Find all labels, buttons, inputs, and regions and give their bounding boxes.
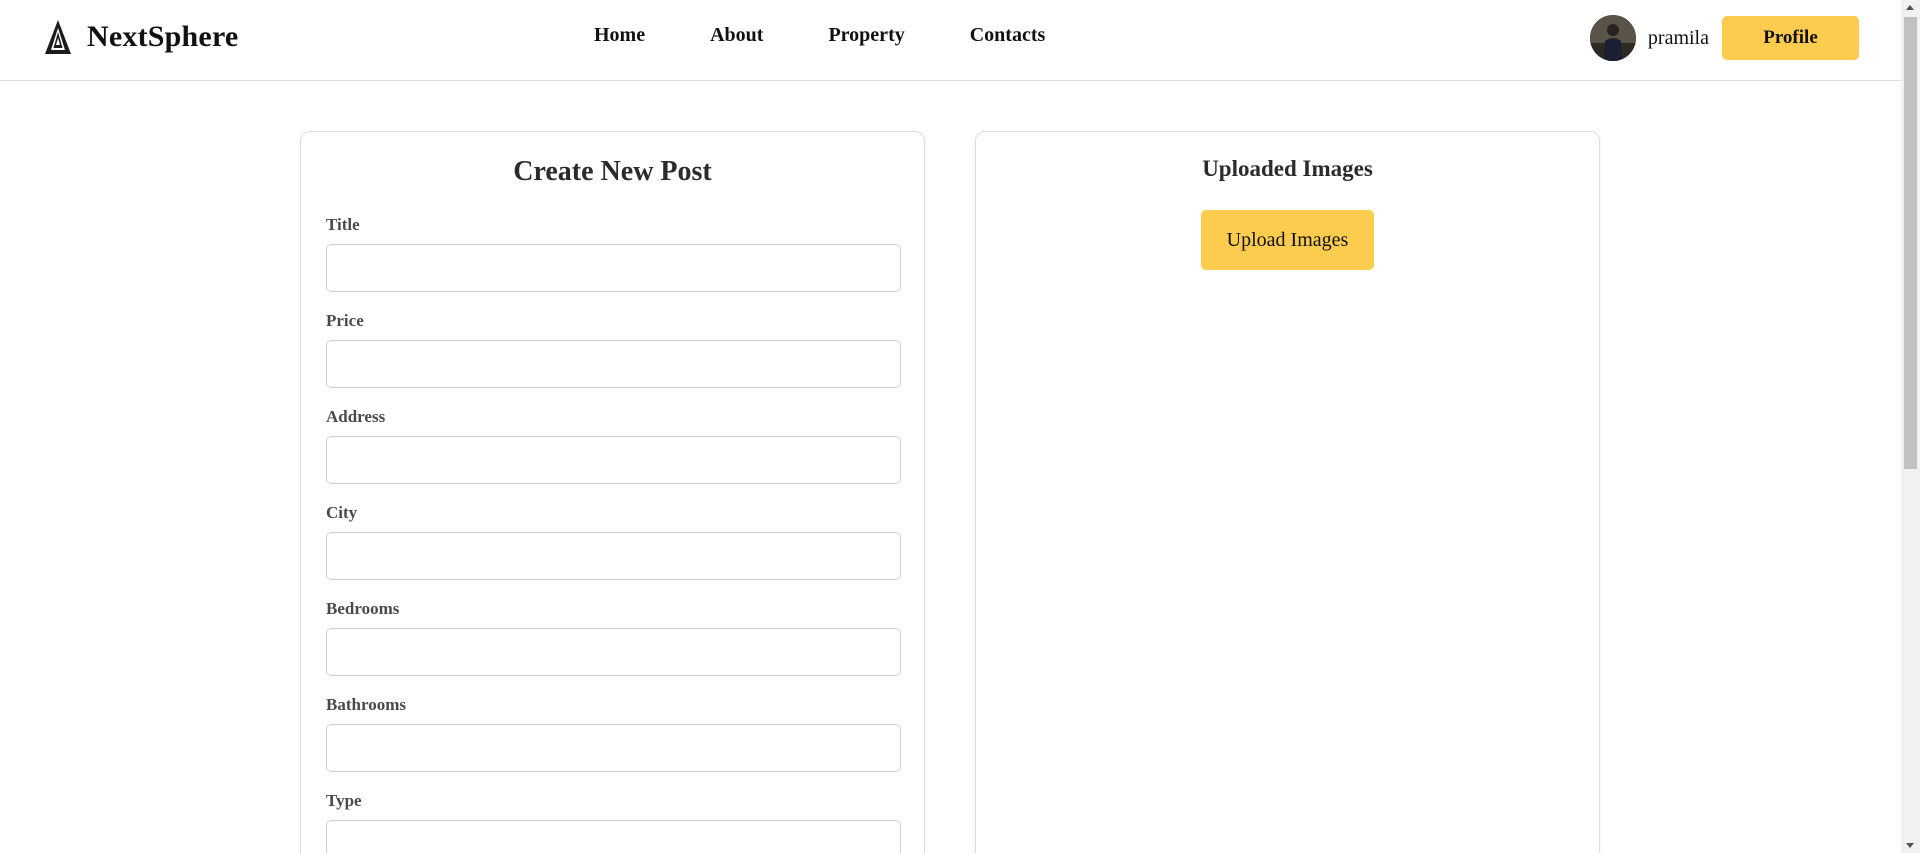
field-label: Address	[326, 407, 386, 426]
bathrooms-input[interactable]	[326, 724, 901, 772]
field-label: Bedrooms	[326, 599, 400, 618]
avatar[interactable]	[1589, 15, 1636, 61]
brand-name: NextSphere	[87, 20, 239, 53]
nav-about[interactable]: About	[710, 24, 763, 47]
triangle-logo-icon	[45, 20, 71, 54]
field-city: City	[326, 503, 901, 580]
scroll-down-icon[interactable]	[1906, 843, 1914, 848]
user-avatar-image	[1589, 15, 1636, 61]
create-post-form: Title Price Address City Bedrooms Bathro…	[326, 215, 901, 853]
form-title: Create New Post	[513, 156, 712, 187]
field-price: Price	[326, 311, 901, 388]
brand[interactable]: NextSphere	[43, 18, 238, 56]
page: NextSphere Home About Property Contacts …	[0, 0, 1920, 853]
field-address: Address	[326, 407, 901, 484]
username: pramila	[1647, 26, 1709, 49]
field-bedrooms: Bedrooms	[326, 599, 901, 676]
upload-images-button[interactable]: Upload Images	[1201, 210, 1374, 270]
uploaded-images-title: Uploaded Images	[1202, 156, 1373, 181]
uploaded-images-card: Uploaded Images Upload Images	[975, 131, 1600, 853]
title-input[interactable]	[326, 244, 901, 292]
profile-button[interactable]: Profile	[1722, 16, 1859, 60]
main-nav: Home About Property Contacts	[594, 24, 1110, 47]
nav-property[interactable]: Property	[828, 24, 904, 47]
city-input[interactable]	[326, 532, 901, 580]
vertical-scrollbar[interactable]	[1901, 0, 1920, 853]
bedrooms-input[interactable]	[326, 628, 901, 676]
field-title: Title	[326, 215, 901, 292]
scroll-up-icon[interactable]	[1906, 5, 1914, 10]
navbar: NextSphere Home About Property Contacts …	[0, 0, 1901, 81]
type-input[interactable]	[326, 820, 901, 853]
field-label: Bathrooms	[326, 695, 406, 714]
field-bathrooms: Bathrooms	[326, 695, 901, 772]
field-label: Type	[326, 791, 362, 810]
user-area: pramila Profile	[1589, 15, 1859, 61]
field-label: Price	[326, 311, 364, 330]
field-label: Title	[326, 215, 360, 234]
field-label: City	[326, 503, 358, 522]
create-post-card: Create New Post Title Price Address City…	[300, 131, 925, 853]
nav-contacts[interactable]: Contacts	[970, 24, 1046, 47]
scroll-thumb[interactable]	[1904, 17, 1917, 469]
nav-home[interactable]: Home	[594, 24, 645, 47]
address-input[interactable]	[326, 436, 901, 484]
field-type: Type	[326, 791, 901, 853]
price-input[interactable]	[326, 340, 901, 388]
